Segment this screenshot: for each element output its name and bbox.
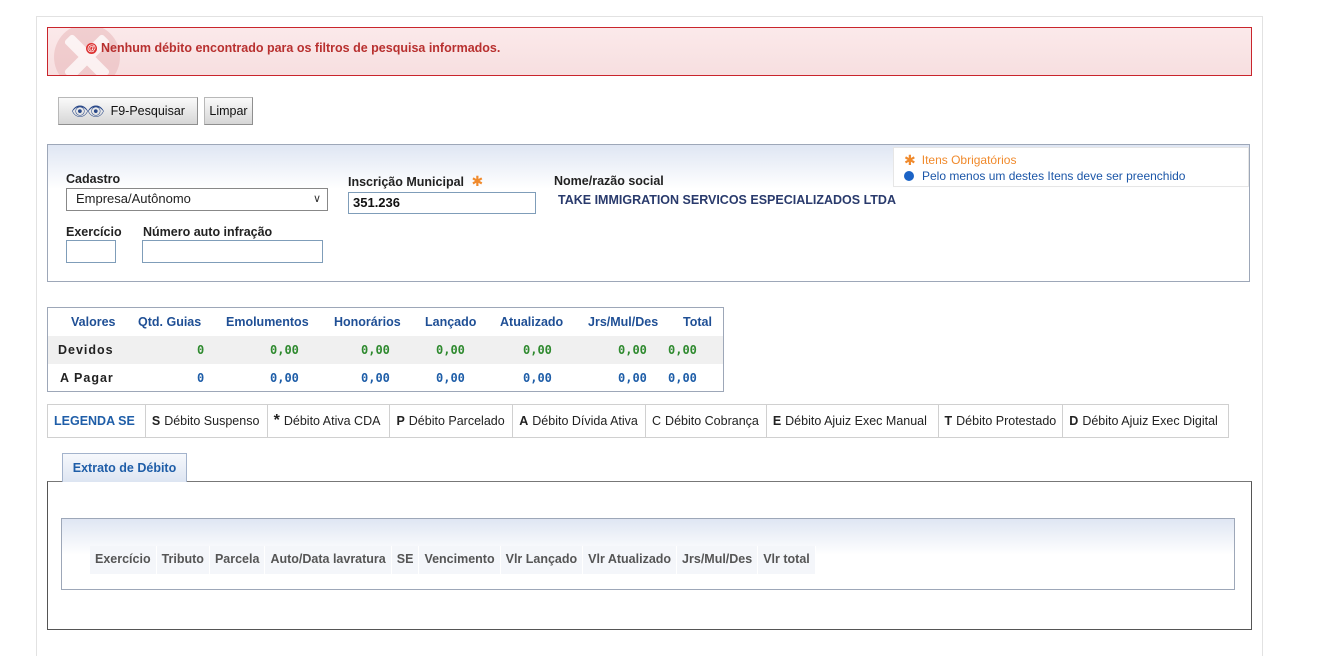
auto-infracao-label: Número auto infração bbox=[143, 225, 273, 239]
summary-row-label: A Pagar bbox=[60, 371, 114, 385]
extrato-grid-header: Exercício Tributo Parcela Auto/Data lavr… bbox=[90, 546, 816, 574]
summary-cell: 0,00 bbox=[523, 343, 552, 357]
summary-row-label: Devidos bbox=[58, 343, 114, 357]
grid-column-header[interactable]: Exercício bbox=[90, 546, 157, 574]
error-small-icon: @ bbox=[86, 42, 97, 54]
summary-header: Atualizado bbox=[500, 315, 564, 329]
tab-extrato-debito[interactable]: Extrato de Débito bbox=[62, 453, 187, 482]
nome-value: TAKE IMMIGRATION SERVICOS ESPECIALIZADOS… bbox=[558, 193, 896, 207]
blue-dot-icon bbox=[904, 171, 914, 181]
summary-devidos-row: Devidos 0 0,00 0,00 0,00 0,00 0,00 0,00 bbox=[48, 336, 723, 364]
se-legend-item: * Débito Ativa CDA bbox=[268, 405, 391, 437]
inscricao-label-text: Inscrição Municipal bbox=[348, 175, 465, 189]
se-label: Débito Ajuiz Exec Manual bbox=[785, 414, 927, 428]
se-label: Débito Parcelado bbox=[408, 414, 505, 428]
summary-cell: 0,00 bbox=[270, 343, 299, 357]
se-label: Débito Protestado bbox=[956, 414, 1057, 428]
grid-column-header[interactable]: Parcela bbox=[209, 546, 266, 574]
nome-label: Nome/razão social bbox=[554, 174, 664, 188]
clear-button[interactable]: Limpar bbox=[204, 97, 253, 125]
se-legend-item: D Débito Ajuiz Exec Digital bbox=[1063, 405, 1228, 437]
binoculars-icon: 👁👁 bbox=[71, 102, 105, 119]
se-legend-item: T Débito Protestado bbox=[939, 405, 1064, 437]
auto-infracao-input[interactable] bbox=[142, 240, 323, 263]
se-code: D bbox=[1069, 414, 1079, 428]
exercicio-label: Exercício bbox=[66, 225, 122, 239]
se-label: Débito Ativa CDA bbox=[283, 414, 381, 428]
grid-column-header[interactable]: Jrs/Mul/Des bbox=[677, 546, 759, 574]
se-legend-item: E Débito Ajuiz Exec Manual bbox=[767, 405, 939, 437]
error-message: Nenhum débito encontrado para os filtros… bbox=[101, 41, 501, 55]
exercicio-input[interactable] bbox=[66, 240, 116, 263]
se-code: * bbox=[273, 412, 280, 429]
grid-column-header[interactable]: SE bbox=[391, 546, 420, 574]
cadastro-select-value: Empresa/Autônomo bbox=[76, 191, 191, 206]
se-legend-item: A Débito Dívida Ativa bbox=[513, 405, 647, 437]
summary-header: Lançado bbox=[425, 315, 477, 329]
se-code: T bbox=[944, 414, 953, 428]
required-star-icon: ✱ bbox=[904, 152, 916, 168]
summary-header: Jrs/Mul/Des bbox=[588, 315, 659, 329]
summary-cell: 0,00 bbox=[361, 343, 390, 357]
se-code: E bbox=[772, 414, 782, 428]
se-legend-bar: LEGENDA SE S Débito Suspenso * Débito Ativ… bbox=[47, 404, 1229, 438]
inscricao-input[interactable]: 351.236 bbox=[348, 192, 536, 214]
required-star-icon: ✱ bbox=[471, 173, 484, 189]
chevron-down-icon: ∨ bbox=[312, 193, 321, 205]
summary-cell: 0,00 bbox=[668, 371, 697, 385]
inscricao-label: Inscrição Municipal ✱ bbox=[348, 173, 484, 189]
summary-cell: 0,00 bbox=[523, 371, 552, 385]
summary-cell: 0,00 bbox=[436, 343, 465, 357]
grid-column-header[interactable]: Tributo bbox=[156, 546, 210, 574]
summary-header: Total bbox=[683, 315, 712, 329]
se-legend-item: P Débito Parcelado bbox=[390, 405, 514, 437]
se-code: S bbox=[151, 414, 161, 428]
at-least-one-legend-text: Pelo menos um destes Itens deve ser pree… bbox=[922, 169, 1186, 183]
summary-a-pagar-row: A Pagar 0 0,00 0,00 0,00 0,00 0,00 0,00 bbox=[48, 364, 723, 392]
required-legend: ✱ Itens Obrigatórios Pelo menos um deste… bbox=[893, 147, 1249, 187]
se-code: A bbox=[519, 414, 529, 428]
grid-column-header[interactable]: Vlr total bbox=[758, 546, 816, 574]
search-button-label: F9-Pesquisar bbox=[110, 104, 185, 118]
summary-cell: 0,00 bbox=[270, 371, 299, 385]
summary-cell: 0,00 bbox=[668, 343, 697, 357]
summary-cell: 0,00 bbox=[618, 371, 647, 385]
se-label: Débito Suspenso bbox=[164, 414, 260, 428]
clear-button-label: Limpar bbox=[209, 104, 248, 118]
se-label: Débito Ajuiz Exec Digital bbox=[1082, 414, 1218, 428]
grid-column-header[interactable]: Vlr Atualizado bbox=[583, 546, 678, 574]
se-legend-item: C Débito Cobrança bbox=[646, 405, 767, 437]
summary-cell: 0,00 bbox=[436, 371, 465, 385]
summary-header-row: Valores Qtd. Guias Emolumentos Honorário… bbox=[48, 308, 723, 336]
se-code: P bbox=[396, 414, 405, 428]
summary-table: Valores Qtd. Guias Emolumentos Honorário… bbox=[47, 307, 724, 392]
summary-cell: 0,00 bbox=[361, 371, 390, 385]
summary-cell: 0,00 bbox=[618, 343, 647, 357]
cadastro-label: Cadastro bbox=[66, 172, 121, 186]
summary-header: Emolumentos bbox=[226, 315, 309, 329]
summary-cell: 0 bbox=[197, 371, 205, 385]
grid-column-header[interactable]: Auto/Data lavratura bbox=[265, 546, 392, 574]
summary-cell: 0 bbox=[197, 343, 205, 357]
cadastro-select[interactable]: Empresa/Autônomo ∨ bbox=[66, 188, 328, 211]
se-legend-item: S Débito Suspenso bbox=[146, 405, 268, 437]
se-label: Débito Cobrança bbox=[665, 414, 759, 428]
search-button[interactable]: 👁👁 F9-Pesquisar bbox=[58, 97, 198, 125]
se-code: C bbox=[652, 414, 662, 428]
required-legend-text: Itens Obrigatórios bbox=[921, 153, 1017, 167]
summary-header: Valores bbox=[71, 315, 116, 329]
grid-column-header[interactable]: Vlr Lançado bbox=[500, 546, 584, 574]
grid-column-header[interactable]: Vencimento bbox=[419, 546, 501, 574]
error-banner: @ Nenhum débito encontrado para os filtr… bbox=[47, 27, 1252, 76]
summary-header: Honorários bbox=[334, 315, 401, 329]
summary-header: Qtd. Guias bbox=[138, 315, 202, 329]
se-label: Débito Dívida Ativa bbox=[532, 414, 638, 428]
se-legend-title: LEGENDA SE bbox=[48, 405, 146, 437]
